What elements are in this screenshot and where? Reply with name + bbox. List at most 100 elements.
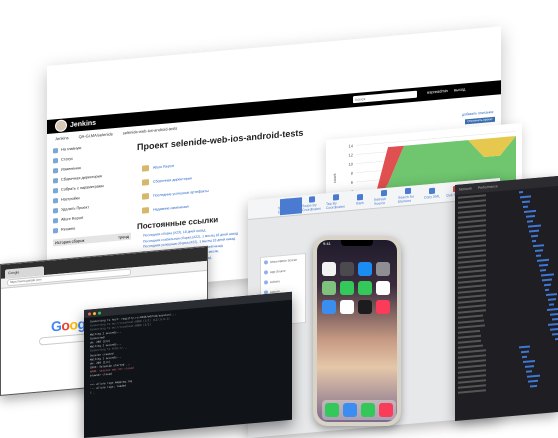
y-tick-label: 12: [349, 152, 354, 157]
terminal-output: Connecting to host: registry.ru:4444/wd/…: [84, 300, 292, 400]
build-icon: [53, 187, 58, 193]
settings-icon[interactable]: [376, 262, 390, 276]
health-icon[interactable]: [340, 300, 354, 314]
network-timing-bar: [532, 239, 536, 242]
network-timing-bar: [552, 332, 558, 336]
folder-icon: [53, 177, 58, 183]
network-timing-bar: [524, 364, 534, 368]
network-timing-bar: [522, 205, 528, 208]
sidebar-item-label: Настройки: [61, 196, 80, 202]
breadcrumb-item[interactable]: Jenkins: [55, 135, 69, 141]
dock-phone-icon[interactable]: [325, 403, 339, 417]
home-app-grid: [322, 262, 390, 314]
network-timing-bar: [549, 312, 558, 316]
app-store-icon[interactable]: [358, 262, 372, 276]
dock-messages-icon[interactable]: [361, 403, 375, 417]
network-timing-bar: [525, 214, 535, 218]
network-timing-bar: [529, 229, 540, 232]
toolbar-label: Swipe By Coordinates: [302, 202, 321, 213]
gear-icon: [53, 197, 58, 203]
list-item-label: Недавние изменения: [153, 204, 189, 212]
network-timing-bar: [549, 327, 558, 331]
dot-icon: [264, 260, 268, 265]
network-timing-bar: [519, 190, 523, 193]
dock-music-icon[interactable]: [379, 403, 393, 417]
toolbar-button[interactable]: Search for Element: [398, 187, 418, 204]
network-timing-bar: [547, 322, 558, 326]
phone-icon[interactable]: [340, 281, 354, 295]
music-icon[interactable]: [376, 300, 390, 314]
camera-icon[interactable]: [340, 262, 354, 276]
network-timing-bar: [542, 277, 553, 281]
disable-project-button[interactable]: Отключить проект: [465, 116, 495, 125]
network-timing-bar: [543, 283, 551, 286]
maps-icon[interactable]: [322, 281, 336, 295]
list-item-label: Allure Report: [153, 163, 174, 170]
refresh-icon: [381, 189, 387, 197]
toolbar-label: Tap By Coordinates: [326, 201, 345, 211]
toolbar-label: Copy XML: [423, 194, 441, 200]
list-item-label: Последние успешные артефакты: [153, 188, 209, 198]
network-timing-bar: [534, 248, 543, 252]
build-history-trend-link[interactable]: тренд: [118, 234, 129, 240]
network-timing-bar: [533, 243, 545, 247]
network-timing-bar: [530, 234, 538, 237]
sidebar-item-label: Изменения: [61, 166, 81, 172]
build-history-title: История сборок: [55, 237, 85, 246]
dot-icon: [264, 270, 268, 275]
toolbar-button[interactable]: Tap By Coordinates: [326, 193, 346, 210]
tab-network[interactable]: Network: [459, 184, 472, 195]
network-timing-bar: [539, 268, 546, 272]
y-tick-label: 6: [351, 180, 354, 185]
menu-item-label: App Source: [270, 268, 286, 275]
photos-icon[interactable]: [322, 262, 336, 276]
back-icon: [357, 193, 363, 201]
messages-icon[interactable]: [358, 281, 372, 295]
wallet-icon[interactable]: [358, 300, 372, 314]
network-rows: [455, 186, 558, 395]
sidebar-item-label: Rename: [61, 226, 76, 232]
minimize-icon[interactable]: [93, 311, 96, 315]
workspace-list: Allure Report Сборочная директория После…: [142, 156, 209, 218]
network-timing-bar: [529, 384, 537, 387]
network-timing-bar: [547, 307, 558, 311]
phone-dock: [322, 400, 396, 420]
phone-screen[interactable]: 9:41: [317, 240, 397, 422]
toolbar-button[interactable]: Back: [350, 193, 370, 206]
menu-item-label: Actions: [270, 279, 280, 285]
network-row-name: [458, 388, 486, 394]
network-timing-bar: [552, 317, 558, 321]
y-axis-label: count: [332, 172, 337, 183]
breadcrumb-item[interactable]: QA-Gl.MA/selenide: [79, 131, 113, 139]
breadcrumb-item[interactable]: selenide-web-ios-android-tests: [123, 126, 177, 136]
search-icon: [405, 187, 411, 195]
dock-safari-icon[interactable]: [343, 403, 357, 417]
list-item-label: Сборочная директория: [153, 176, 192, 184]
folder-icon: [142, 179, 149, 186]
toolbar-button[interactable]: Swipe By Coordinates: [302, 196, 322, 213]
toolbar-button[interactable]: Copy XML: [422, 187, 442, 200]
iphone-device: 9:41: [313, 236, 401, 426]
close-icon[interactable]: [88, 311, 91, 316]
tab-performance[interactable]: Performance: [478, 181, 498, 193]
build-history-header: История сборок тренд: [53, 232, 131, 247]
y-tick-label: 14: [349, 143, 354, 148]
home-icon: [53, 147, 58, 153]
maximize-icon[interactable]: [98, 311, 101, 315]
sidebar-item-label: Сборочная директория: [61, 174, 102, 182]
folder-icon: [142, 165, 149, 172]
add-description-link[interactable]: добавить описание: [462, 110, 493, 117]
toolbar-label: Back: [356, 200, 364, 206]
jenkins-brand: Jenkins: [70, 119, 97, 129]
toolbar-button[interactable]: Refresh Source: [374, 189, 394, 206]
safari-icon[interactable]: [322, 300, 336, 314]
terminal-window: Connecting to host: registry.ru:4444/wd/…: [84, 291, 292, 438]
calendar-icon[interactable]: [376, 281, 390, 295]
menu-item-label: Show Native Screen: [270, 257, 298, 265]
network-timing-bar: [528, 379, 539, 383]
swipe-icon: [309, 196, 315, 203]
logout-link[interactable]: выход: [454, 86, 465, 92]
network-timing-bar: [554, 337, 558, 340]
phone-time: 9:41: [323, 241, 331, 246]
status-icon: [53, 157, 58, 163]
